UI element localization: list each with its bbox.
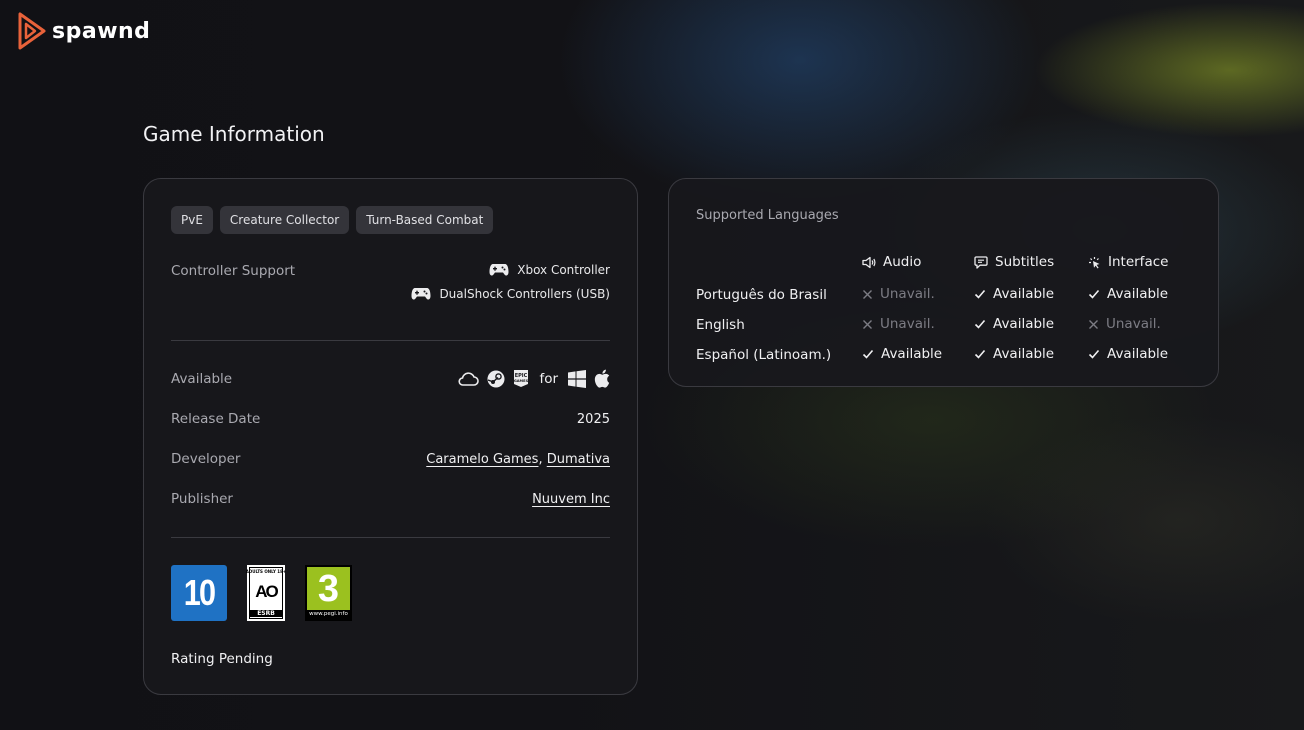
speech-bubble-icon bbox=[974, 255, 988, 269]
column-label: Interface bbox=[1108, 254, 1169, 270]
language-name: Español (Latinoam.) bbox=[696, 347, 832, 363]
publisher-label: Publisher bbox=[171, 491, 233, 507]
availability-text: Available bbox=[1107, 346, 1169, 362]
availability-text: Unavail. bbox=[1106, 316, 1161, 332]
controller-name: Xbox Controller bbox=[517, 263, 610, 277]
language-availability-cell: Unavail. bbox=[862, 286, 935, 302]
developer-link-caramelo[interactable]: Caramelo Games bbox=[426, 452, 538, 467]
available-label: Available bbox=[171, 370, 233, 387]
pegi-3-icon: 3 www.pegi.info bbox=[305, 565, 352, 621]
publisher-link[interactable]: Nuuvem Inc bbox=[532, 492, 610, 507]
divider bbox=[171, 340, 610, 341]
svg-text:GAMES: GAMES bbox=[514, 379, 529, 383]
language-availability-cell: Available bbox=[1088, 346, 1168, 362]
esrb-bottom-text: ESRB bbox=[250, 610, 282, 617]
esrb-mark: AO bbox=[255, 582, 278, 601]
page-title: Game Information bbox=[143, 122, 325, 146]
availability-text: Available bbox=[993, 346, 1055, 362]
tag-turn-based-combat[interactable]: Turn-Based Combat bbox=[356, 206, 494, 234]
interface-pointer-icon bbox=[1089, 256, 1100, 268]
developer-value: Caramelo Games, Dumativa bbox=[426, 452, 610, 467]
epic-games-icon: EPIC GAMES bbox=[514, 370, 529, 387]
check-icon bbox=[974, 348, 986, 360]
cloud-icon bbox=[458, 371, 480, 386]
divider bbox=[171, 537, 610, 538]
cross-icon bbox=[862, 319, 873, 330]
rating-badges: 10 ADULTS ONLY 18+ AO ESRB 3 www.pegi.in… bbox=[171, 565, 352, 621]
esrb-top-text: ADULTS ONLY 18+ bbox=[245, 569, 287, 574]
language-availability-cell: Available bbox=[974, 346, 1054, 362]
gamepad-icon bbox=[489, 264, 509, 276]
language-availability-cell: Available bbox=[1088, 286, 1168, 302]
availability-text: Available bbox=[993, 316, 1055, 332]
column-subtitles: Subtitles bbox=[974, 254, 1054, 270]
tag-creature-collector[interactable]: Creature Collector bbox=[219, 206, 350, 234]
platform-list: EPIC GAMES for bbox=[457, 369, 610, 388]
developer-label: Developer bbox=[171, 451, 241, 467]
windows-icon bbox=[568, 369, 586, 388]
language-availability-cell: Available bbox=[862, 346, 942, 362]
steam-icon bbox=[487, 370, 505, 387]
check-icon bbox=[974, 288, 986, 300]
check-icon bbox=[974, 318, 986, 330]
language-availability-cell: Unavail. bbox=[1088, 316, 1161, 332]
column-label: Subtitles bbox=[995, 254, 1055, 270]
controller-support-row: Controller Support Xbox Controller DualS… bbox=[171, 263, 610, 301]
controller-list: Xbox Controller DualShock Controllers (U… bbox=[411, 263, 610, 301]
supported-languages-card: Supported Languages Audio Subtitles Inte… bbox=[668, 178, 1219, 387]
availability-text: Available bbox=[993, 286, 1055, 302]
language-availability-cell: Unavail. bbox=[862, 316, 935, 332]
tag-pve[interactable]: PvE bbox=[171, 206, 213, 234]
release-date-value: 2025 bbox=[576, 411, 610, 427]
speaker-icon bbox=[862, 256, 876, 268]
check-icon bbox=[1088, 348, 1100, 360]
cross-icon bbox=[862, 289, 873, 300]
gamepad-icon bbox=[411, 288, 431, 300]
developer-separator: , bbox=[538, 451, 543, 467]
availability-text: Unavail. bbox=[880, 316, 935, 332]
apple-icon bbox=[594, 369, 610, 388]
column-label: Audio bbox=[883, 254, 922, 270]
release-date-label: Release Date bbox=[171, 411, 261, 427]
language-name: English bbox=[696, 317, 745, 333]
languages-title: Supported Languages bbox=[696, 208, 839, 223]
classind-rating-text: 10 bbox=[183, 572, 216, 613]
availability-text: Unavail. bbox=[880, 286, 935, 302]
publisher-row: Publisher Nuuvem Inc bbox=[171, 491, 610, 507]
spawnd-logo-icon bbox=[18, 12, 46, 50]
language-availability-cell: Available bbox=[974, 286, 1054, 302]
language-availability-cell: Available bbox=[974, 316, 1054, 332]
availability-text: Available bbox=[881, 346, 943, 362]
pegi-footer-text: www.pegi.info bbox=[309, 611, 348, 617]
controller-name: DualShock Controllers (USB) bbox=[439, 287, 610, 301]
column-audio: Audio bbox=[862, 254, 921, 270]
controller-item-dualshock: DualShock Controllers (USB) bbox=[411, 287, 610, 301]
available-for-text: for bbox=[539, 370, 558, 387]
developer-row: Developer Caramelo Games, Dumativa bbox=[171, 451, 610, 467]
controller-item-xbox: Xbox Controller bbox=[411, 263, 610, 277]
developer-link-dumativa[interactable]: Dumativa bbox=[547, 452, 610, 467]
spawnd-logo[interactable]: spawnd bbox=[18, 12, 150, 50]
language-name: Português do Brasil bbox=[696, 287, 827, 303]
brand-name: spawnd bbox=[52, 18, 151, 44]
availability-text: Available bbox=[1107, 286, 1169, 302]
column-interface: Interface bbox=[1088, 254, 1168, 270]
cross-icon bbox=[1088, 319, 1099, 330]
classind-10-icon: 10 bbox=[171, 565, 227, 621]
controller-support-label: Controller Support bbox=[171, 263, 296, 279]
esrb-adults-only-icon: ADULTS ONLY 18+ AO ESRB bbox=[245, 565, 287, 621]
release-date-row: Release Date 2025 bbox=[171, 411, 610, 427]
tag-list: PvE Creature Collector Turn-Based Combat bbox=[171, 206, 610, 234]
game-info-card: PvE Creature Collector Turn-Based Combat… bbox=[143, 178, 638, 695]
check-icon bbox=[1088, 288, 1100, 300]
rating-status: Rating Pending bbox=[171, 651, 273, 667]
publisher-value: Nuuvem Inc bbox=[532, 492, 610, 507]
available-row: Available EPIC GAMES for bbox=[171, 369, 610, 388]
check-icon bbox=[862, 348, 874, 360]
pegi-rating-text: 3 bbox=[317, 567, 340, 610]
